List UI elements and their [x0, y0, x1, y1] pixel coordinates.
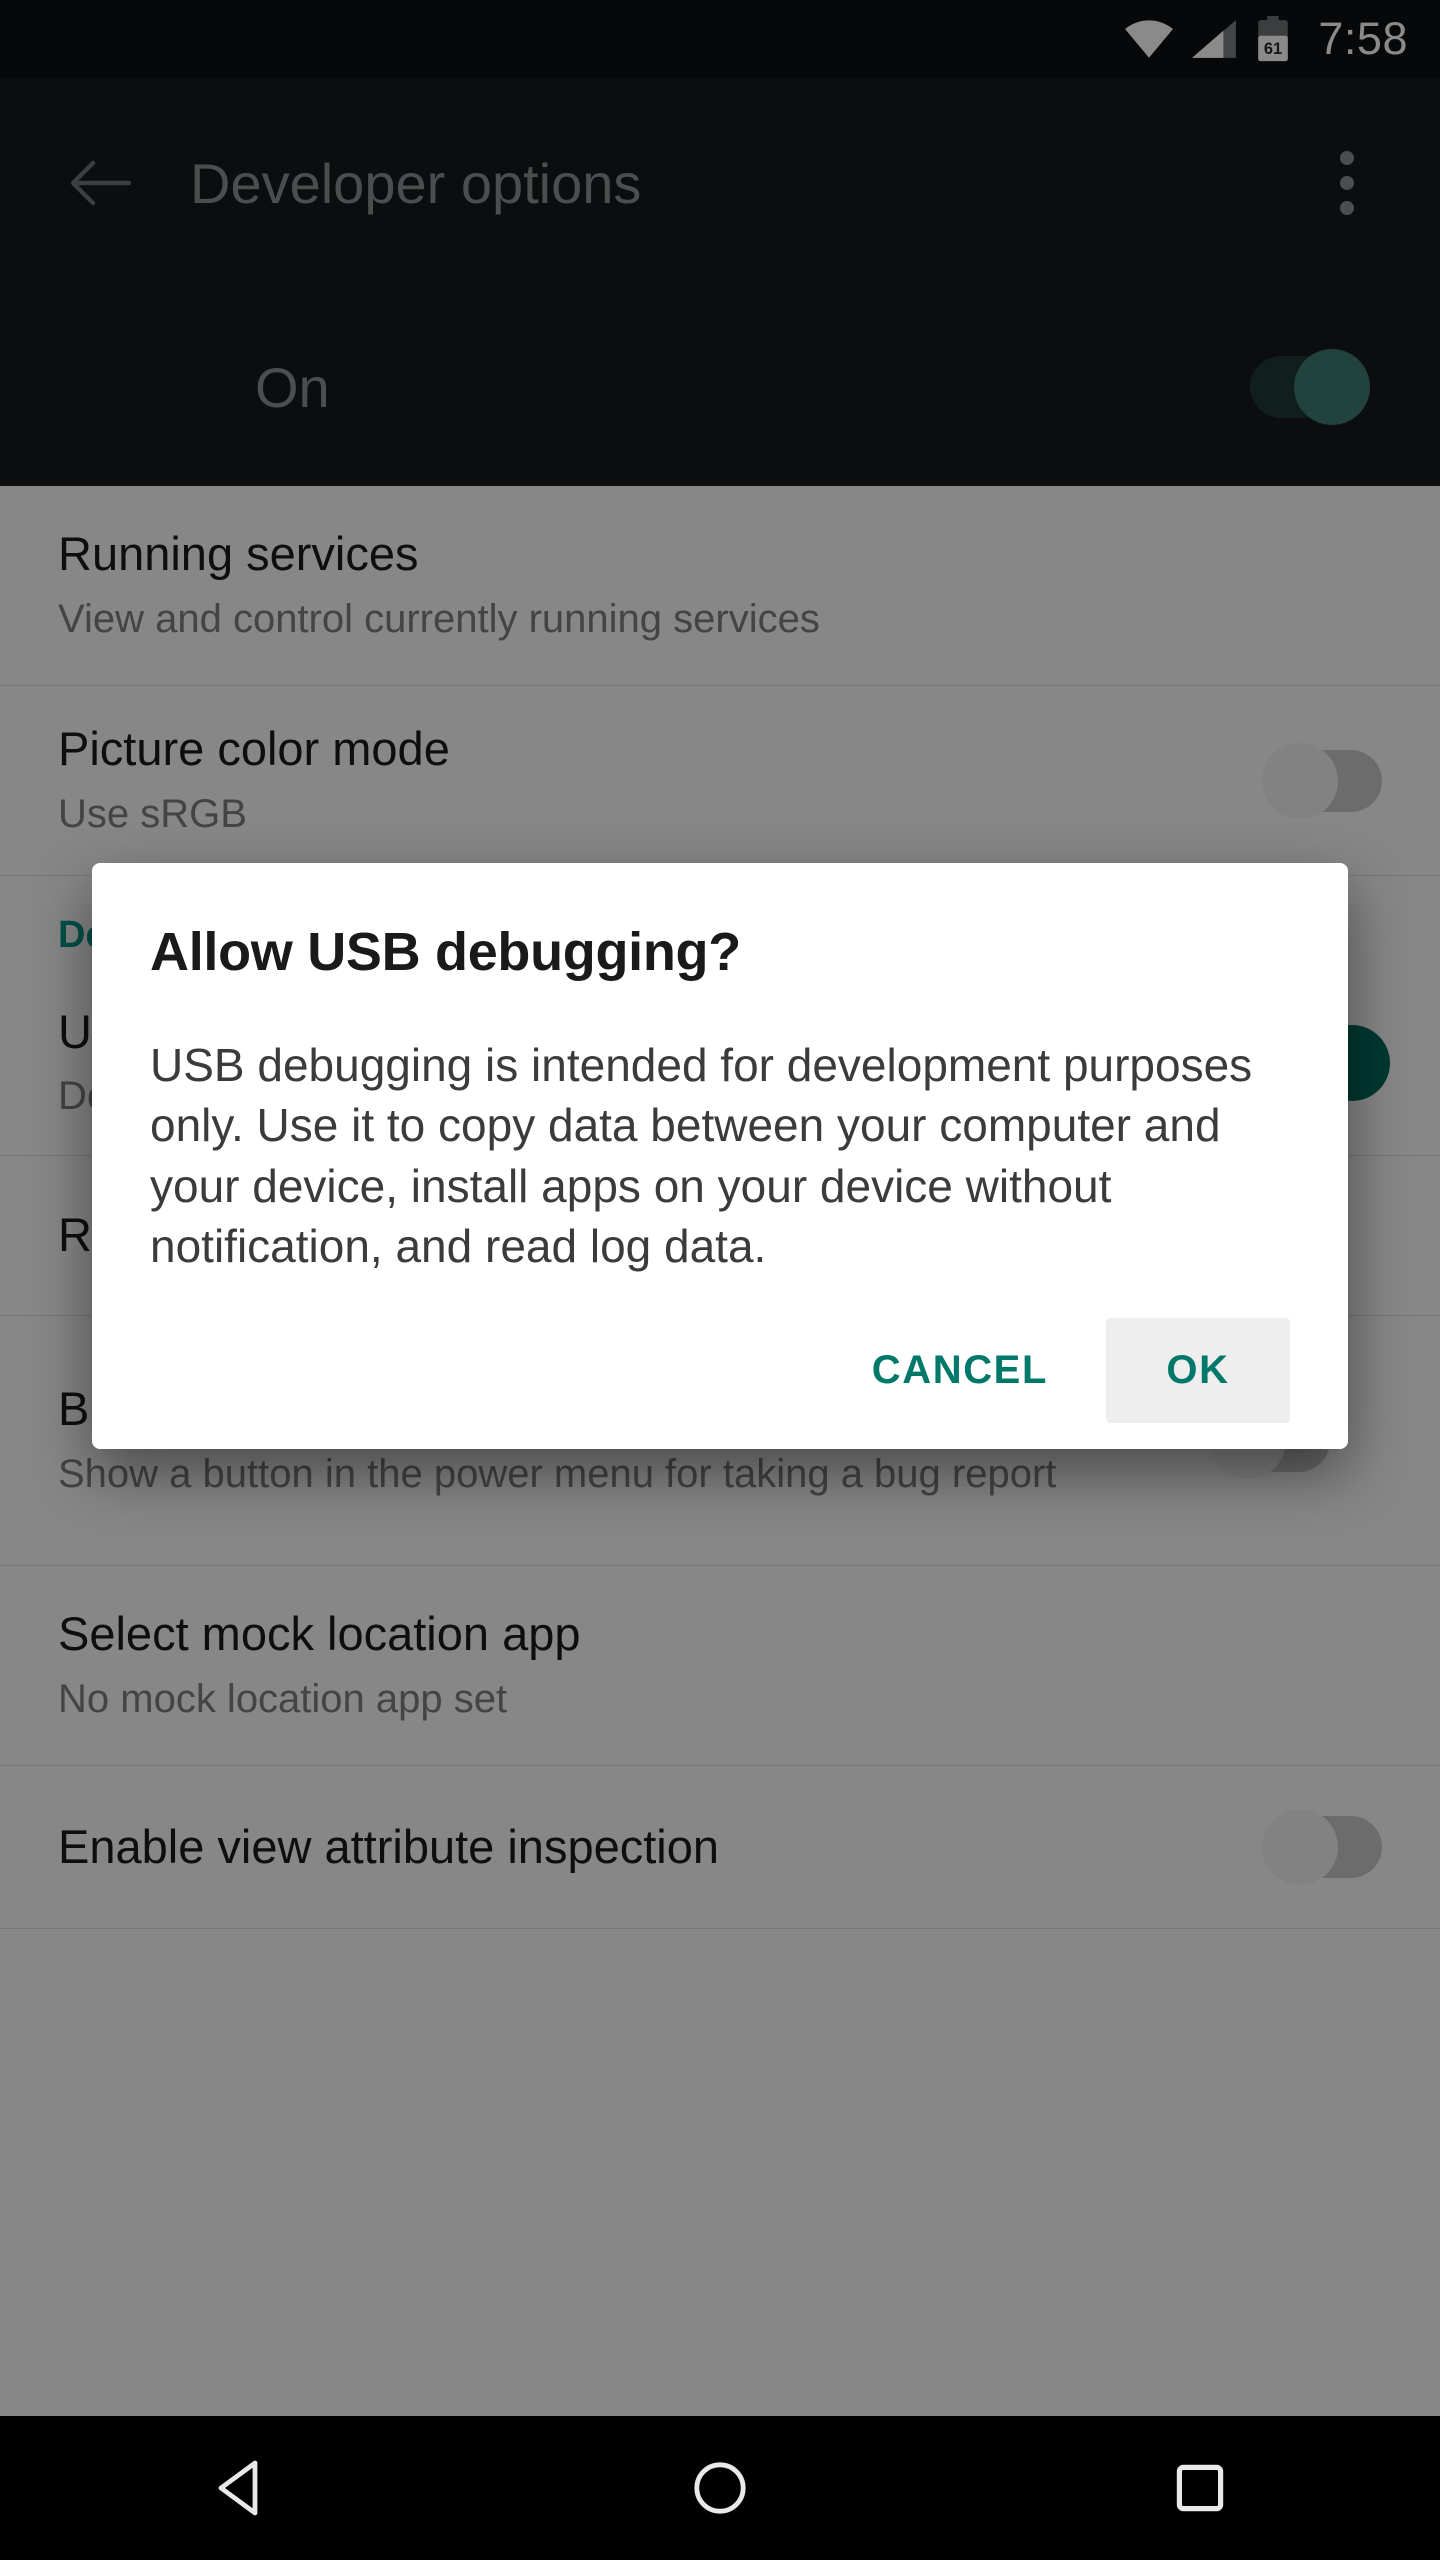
dialog-message: USB debugging is intended for developmen… — [150, 1039, 1253, 1272]
dialog-title: Allow USB debugging? — [150, 922, 741, 982]
cancel-button[interactable]: CANCEL — [828, 1318, 1092, 1423]
nav-recents-square-icon[interactable] — [1100, 2463, 1300, 2513]
ok-button[interactable]: OK — [1106, 1318, 1290, 1423]
usb-debugging-dialog: Allow USB debugging? USB debugging is in… — [92, 863, 1348, 1449]
system-navigation-bar — [0, 2416, 1440, 2560]
nav-home-circle-icon[interactable] — [620, 2460, 820, 2516]
dialog-actions: CANCEL OK — [150, 1318, 1290, 1449]
nav-back-triangle-icon[interactable] — [140, 2459, 340, 2517]
android-screen: Running services View and control curren… — [0, 0, 1440, 2560]
